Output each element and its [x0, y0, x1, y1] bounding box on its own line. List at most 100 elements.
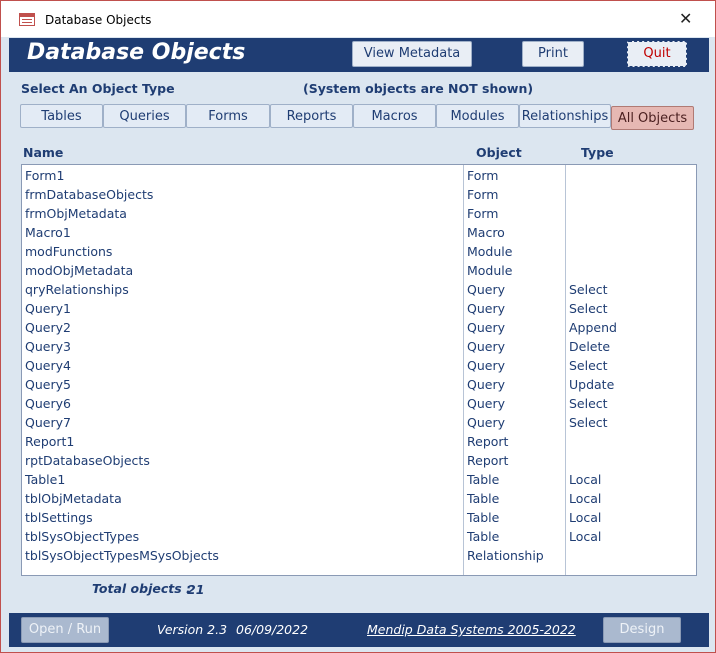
cell-object: Query	[467, 396, 505, 411]
cell-name: Query2	[25, 320, 71, 335]
cell-name: Query4	[25, 358, 71, 373]
tab-macros[interactable]: Macros	[353, 104, 436, 128]
cell-name: tblObjMetadata	[25, 491, 122, 506]
list-item[interactable]: frmDatabaseObjects Form	[22, 186, 696, 205]
cell-name: Table1	[25, 472, 66, 487]
close-icon[interactable]: ✕	[679, 11, 692, 27]
cell-object: Module	[467, 244, 513, 259]
cell-name: rptDatabaseObjects	[25, 453, 150, 468]
list-item[interactable]: Query6 Query Select	[22, 395, 696, 414]
cell-type: Local	[569, 529, 602, 544]
cell-type: Local	[569, 491, 602, 506]
total-objects-value: 21	[187, 582, 205, 597]
cell-type: Select	[569, 282, 608, 297]
tab-reports[interactable]: Reports	[270, 104, 353, 128]
cell-object: Module	[467, 263, 513, 278]
cell-type: Select	[569, 415, 608, 430]
cell-name: Query7	[25, 415, 71, 430]
cell-object: Macro	[467, 225, 505, 240]
tab-all-objects[interactable]: All Objects	[611, 106, 694, 130]
page-title: Database Objects	[27, 40, 246, 65]
cell-object: Table	[467, 472, 500, 487]
cell-name: tblSysObjectTypes	[25, 529, 140, 544]
column-header-type: Type	[581, 145, 614, 160]
list-item[interactable]: Report1 Report	[22, 433, 696, 452]
quit-button[interactable]: Quit	[627, 41, 687, 67]
list-item[interactable]: qryRelationships Query Select	[22, 281, 696, 300]
list-item[interactable]: tblSysObjectTypes Table Local	[22, 528, 696, 547]
cell-object: Query	[467, 282, 505, 297]
cell-object: Relationship	[467, 548, 544, 563]
list-item[interactable]: modObjMetadata Module	[22, 262, 696, 281]
tab-queries[interactable]: Queries	[103, 104, 186, 128]
total-objects-label: Total objects :	[92, 581, 192, 596]
version-text: Version 2.3	[157, 622, 228, 637]
list-item[interactable]: tblObjMetadata Table Local	[22, 490, 696, 509]
list-item[interactable]: Query5 Query Update	[22, 376, 696, 395]
tab-forms[interactable]: Forms	[186, 104, 270, 128]
list-item[interactable]: Form1 Form	[22, 167, 696, 186]
cell-name: modObjMetadata	[25, 263, 134, 278]
cell-type: Update	[569, 377, 615, 392]
cell-name: Report1	[25, 434, 75, 449]
cell-object: Query	[467, 415, 505, 430]
cell-type: Select	[569, 301, 608, 316]
cell-name: frmObjMetadata	[25, 206, 127, 221]
list-item[interactable]: rptDatabaseObjects Report	[22, 452, 696, 471]
window-title: Database Objects	[45, 13, 152, 27]
cell-name: Query5	[25, 377, 71, 392]
title-bar: Database Objects ✕	[1, 1, 715, 37]
cell-name: Query3	[25, 339, 71, 354]
list-item[interactable]: Query7 Query Select	[22, 414, 696, 433]
cell-object: Query	[467, 339, 505, 354]
cell-name: tblSysObjectTypesMSysObjects	[25, 548, 219, 563]
objects-list[interactable]: Form1 Form frmDatabaseObjects Form frmObjMet…	[21, 164, 697, 576]
cell-name: Query6	[25, 396, 71, 411]
list-item[interactable]: Table1 Table Local	[22, 471, 696, 490]
cell-name: Form1	[25, 168, 65, 183]
list-item[interactable]: tblSysObjectTypesMSysObjects Relationship	[22, 547, 696, 566]
print-button[interactable]: Print	[522, 41, 584, 67]
object-type-tabs: Tables Queries Forms Reports Macros Modules Re…	[20, 104, 700, 130]
cell-object: Query	[467, 320, 505, 335]
cell-object: Table	[467, 529, 500, 544]
cell-name: frmDatabaseObjects	[25, 187, 154, 202]
cell-object: Form	[467, 168, 499, 183]
view-metadata-button[interactable]: View Metadata	[352, 41, 472, 67]
cell-object: Query	[467, 377, 505, 392]
list-item[interactable]: modFunctions Module	[22, 243, 696, 262]
open-run-button[interactable]: Open / Run	[21, 617, 109, 643]
list-item[interactable]: tblSettings Table Local	[22, 509, 696, 528]
select-object-type-label: Select An Object Type	[21, 81, 175, 96]
tab-modules[interactable]: Modules	[436, 104, 519, 128]
cell-object: Query	[467, 301, 505, 316]
list-item[interactable]: Query2 Query Append	[22, 319, 696, 338]
cell-type: Append	[569, 320, 617, 335]
cell-type: Select	[569, 396, 608, 411]
list-item[interactable]: Macro1 Macro	[22, 224, 696, 243]
cell-type: Local	[569, 510, 602, 525]
cell-object: Form	[467, 187, 499, 202]
tab-tables[interactable]: Tables	[20, 104, 103, 128]
cell-name: Query1	[25, 301, 71, 316]
tab-relationships[interactable]: Relationships	[519, 104, 611, 128]
cell-type: Select	[569, 358, 608, 373]
footer-band: Open / Run Version 2.3 06/09/2022 Mendip…	[9, 613, 709, 647]
version-date: 06/09/2022	[236, 622, 309, 637]
cell-type: Local	[569, 472, 602, 487]
list-item[interactable]: Query4 Query Select	[22, 357, 696, 376]
design-button[interactable]: Design	[603, 617, 681, 643]
copyright-link[interactable]: Mendip Data Systems 2005-2022	[367, 622, 576, 637]
cell-object: Report	[467, 434, 509, 449]
form-icon	[19, 13, 35, 26]
list-item[interactable]: Query3 Query Delete	[22, 338, 696, 357]
cell-type: Delete	[569, 339, 611, 354]
cell-object: Table	[467, 491, 500, 506]
database-objects-window: Database Objects ✕ Database Objects View…	[0, 0, 716, 653]
cell-object: Query	[467, 358, 505, 373]
column-header-name: Name	[23, 145, 64, 160]
list-item[interactable]: frmObjMetadata Form	[22, 205, 696, 224]
cell-name: Macro1	[25, 225, 71, 240]
list-item[interactable]: Query1 Query Select	[22, 300, 696, 319]
cell-name: modFunctions	[25, 244, 113, 259]
